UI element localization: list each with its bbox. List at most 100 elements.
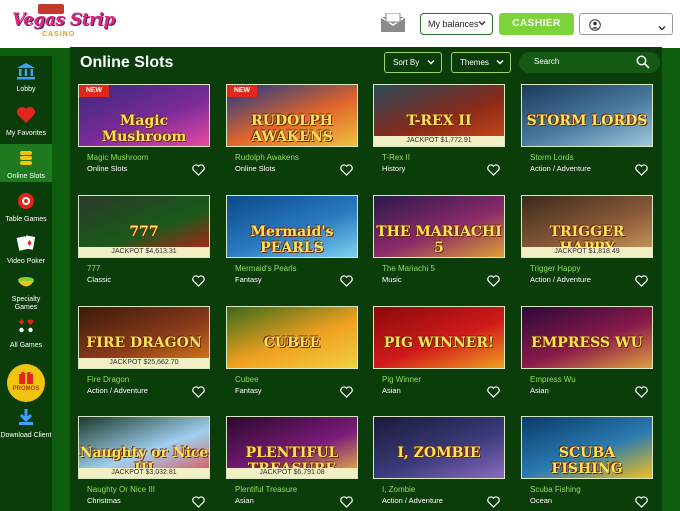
game-art-title: I, ZOMBIE — [397, 445, 481, 461]
promos-badge[interactable]: PROMOS — [7, 364, 45, 402]
game-thumbnail[interactable]: Mermaid's PEARLS — [226, 195, 358, 258]
envelope-icon[interactable] — [380, 12, 406, 33]
game-thumbnail[interactable]: CUBEE — [226, 306, 358, 369]
game-art-title: FIRE DRAGON — [86, 335, 202, 351]
sidebar-item-online-slots[interactable]: Online Slots — [0, 144, 52, 182]
game-name[interactable]: The Mariachi 5 — [382, 264, 435, 273]
sort-dropdown[interactable]: Sort By — [384, 52, 442, 73]
favorite-heart-icon[interactable] — [192, 163, 205, 181]
game-name[interactable]: Rudolph Awakens — [235, 153, 299, 162]
favorite-heart-icon[interactable] — [340, 163, 353, 181]
game-thumbnail[interactable]: 777 JACKPOT $4,613.31 — [78, 195, 210, 258]
game-name[interactable]: Plentiful Treasure — [235, 485, 297, 494]
game-name[interactable]: T-Rex II — [382, 153, 410, 162]
game-card[interactable]: Mermaid's PEARLS Mermaid's Pearls Fantasy — [226, 195, 358, 295]
chevron-down-icon — [496, 58, 504, 68]
game-name[interactable]: 777 — [87, 264, 100, 273]
sidebar-item-specialty-games[interactable]: Specialty Games — [0, 276, 52, 312]
jackpot-banner: JACKPOT $4,613.31 — [79, 247, 209, 257]
favorite-heart-icon[interactable] — [487, 274, 500, 292]
favorite-heart-icon[interactable] — [340, 495, 353, 511]
game-name[interactable]: Naughty Or Nice III — [87, 485, 155, 494]
game-category: Online Slots — [235, 164, 276, 173]
game-card[interactable]: I, ZOMBIE I, Zombie Action / Adventure — [373, 416, 505, 511]
game-name[interactable]: Trigger Happy — [530, 264, 580, 273]
game-thumbnail[interactable]: STORM LORDS — [521, 84, 653, 147]
sidebar-item-label: My Favorites — [5, 130, 47, 137]
game-card[interactable]: SCUBA FISHING Scuba Fishing Ocean — [521, 416, 653, 511]
search-icon[interactable] — [636, 55, 650, 71]
game-card[interactable]: Naughty or Nice IIIJACKPOT $3,032.81 Naug… — [78, 416, 210, 511]
game-card[interactable]: PLENTIFUL TREASUREJACKPOT $6,791.08 Plent… — [226, 416, 358, 511]
user-icon — [589, 18, 601, 36]
sidebar-item-table-games[interactable]: Table Games — [0, 192, 52, 224]
game-name[interactable]: Empress Wu — [530, 375, 576, 384]
game-thumbnail[interactable]: EMPRESS WU — [521, 306, 653, 369]
sort-label: Sort By — [393, 58, 420, 67]
favorite-heart-icon[interactable] — [487, 163, 500, 181]
game-category: Christmas — [87, 496, 121, 505]
game-name[interactable]: Fire Dragon — [87, 375, 129, 384]
game-card[interactable]: PIG WINNER! Pig Winner Asian — [373, 306, 505, 406]
sidebar-item-all-games[interactable]: All Games — [0, 318, 52, 350]
balances-label: My balances — [428, 19, 479, 29]
game-card[interactable]: STORM LORDS Storm Lords Action / Adventure — [521, 84, 653, 184]
game-name[interactable]: Mermaid's Pearls — [235, 264, 297, 273]
game-thumbnail[interactable]: I, ZOMBIE — [373, 416, 505, 479]
game-thumbnail[interactable]: PIG WINNER! — [373, 306, 505, 369]
chevron-down-icon — [478, 19, 486, 29]
game-card[interactable]: Magic Mushroom NEW Magic Mushroom Online Sl… — [78, 84, 210, 184]
game-card[interactable]: 777 JACKPOT $4,613.31 777 Classic — [78, 195, 210, 295]
favorite-heart-icon[interactable] — [487, 385, 500, 403]
favorite-heart-icon[interactable] — [487, 495, 500, 511]
game-thumbnail[interactable]: TRIGGER HAPPYJACKPOT $1,818.49 — [521, 195, 653, 258]
game-thumbnail[interactable]: Naughty or Nice IIIJACKPOT $3,032.81 — [78, 416, 210, 479]
game-card[interactable]: FIRE DRAGON JACKPOT $25,662.70 Fire Dragon… — [78, 306, 210, 406]
game-thumbnail[interactable]: FIRE DRAGON JACKPOT $25,662.70 — [78, 306, 210, 369]
game-thumbnail[interactable]: RUDOLPH AWAKENS NEW — [226, 84, 358, 147]
account-dropdown[interactable] — [579, 13, 673, 35]
sidebar-item-lobby[interactable]: Lobby — [0, 62, 52, 94]
game-card[interactable]: RUDOLPH AWAKENS NEW Rudolph Awakens Online … — [226, 84, 358, 184]
favorite-heart-icon[interactable] — [635, 274, 648, 292]
page-title: Online Slots — [80, 54, 174, 71]
game-card[interactable]: THE MARIACHI 5 The Mariachi 5 Music — [373, 195, 505, 295]
game-art-title: CUBEE — [263, 335, 321, 351]
site-logo[interactable]: Vegas Strip CASINO — [8, 4, 115, 44]
favorite-heart-icon[interactable] — [635, 163, 648, 181]
game-art-title: Mermaid's PEARLS — [250, 224, 334, 256]
themes-dropdown[interactable]: Themes — [451, 52, 511, 73]
game-card[interactable]: CUBEE Cubee Fantasy — [226, 306, 358, 406]
game-name[interactable]: I, Zombie — [382, 485, 415, 494]
favorite-heart-icon[interactable] — [635, 495, 648, 511]
game-thumbnail[interactable]: PLENTIFUL TREASUREJACKPOT $6,791.08 — [226, 416, 358, 479]
sidebar-item-favorites[interactable]: My Favorites — [0, 106, 52, 138]
game-name[interactable]: Magic Mushroom — [87, 153, 148, 162]
search-input[interactable]: Search — [519, 52, 660, 73]
game-thumbnail[interactable]: Magic Mushroom NEW — [78, 84, 210, 147]
download-icon — [0, 408, 52, 429]
game-name[interactable]: Cubee — [235, 375, 259, 384]
sidebar-item-video-poker[interactable]: Video Poker — [0, 234, 52, 266]
game-name[interactable]: Storm Lords — [530, 153, 574, 162]
game-name[interactable]: Pig Winner — [382, 375, 421, 384]
favorite-heart-icon[interactable] — [340, 385, 353, 403]
bowl-icon — [0, 276, 52, 293]
favorite-heart-icon[interactable] — [635, 385, 648, 403]
game-thumbnail[interactable]: THE MARIACHI 5 — [373, 195, 505, 258]
game-card[interactable]: T-REX II JACKPOT $1,772.91 T-Rex II History — [373, 84, 505, 184]
top-header: Vegas Strip CASINO My balances CASHIER — [0, 0, 680, 48]
game-name[interactable]: Scuba Fishing — [530, 485, 581, 494]
favorite-heart-icon[interactable] — [192, 385, 205, 403]
game-thumbnail[interactable]: SCUBA FISHING — [521, 416, 653, 479]
game-thumbnail[interactable]: T-REX II JACKPOT $1,772.91 — [373, 84, 505, 147]
balances-dropdown[interactable]: My balances — [420, 13, 493, 35]
game-card[interactable]: TRIGGER HAPPYJACKPOT $1,818.49 Trigger Ha… — [521, 195, 653, 295]
favorite-heart-icon[interactable] — [192, 274, 205, 292]
game-card[interactable]: EMPRESS WU Empress Wu Asian — [521, 306, 653, 406]
sidebar-item-label: Online Slots — [7, 173, 45, 180]
favorite-heart-icon[interactable] — [340, 274, 353, 292]
cashier-button[interactable]: CASHIER — [499, 13, 574, 35]
favorite-heart-icon[interactable] — [192, 495, 205, 511]
sidebar-item-download-client[interactable]: Download Client — [0, 408, 52, 440]
